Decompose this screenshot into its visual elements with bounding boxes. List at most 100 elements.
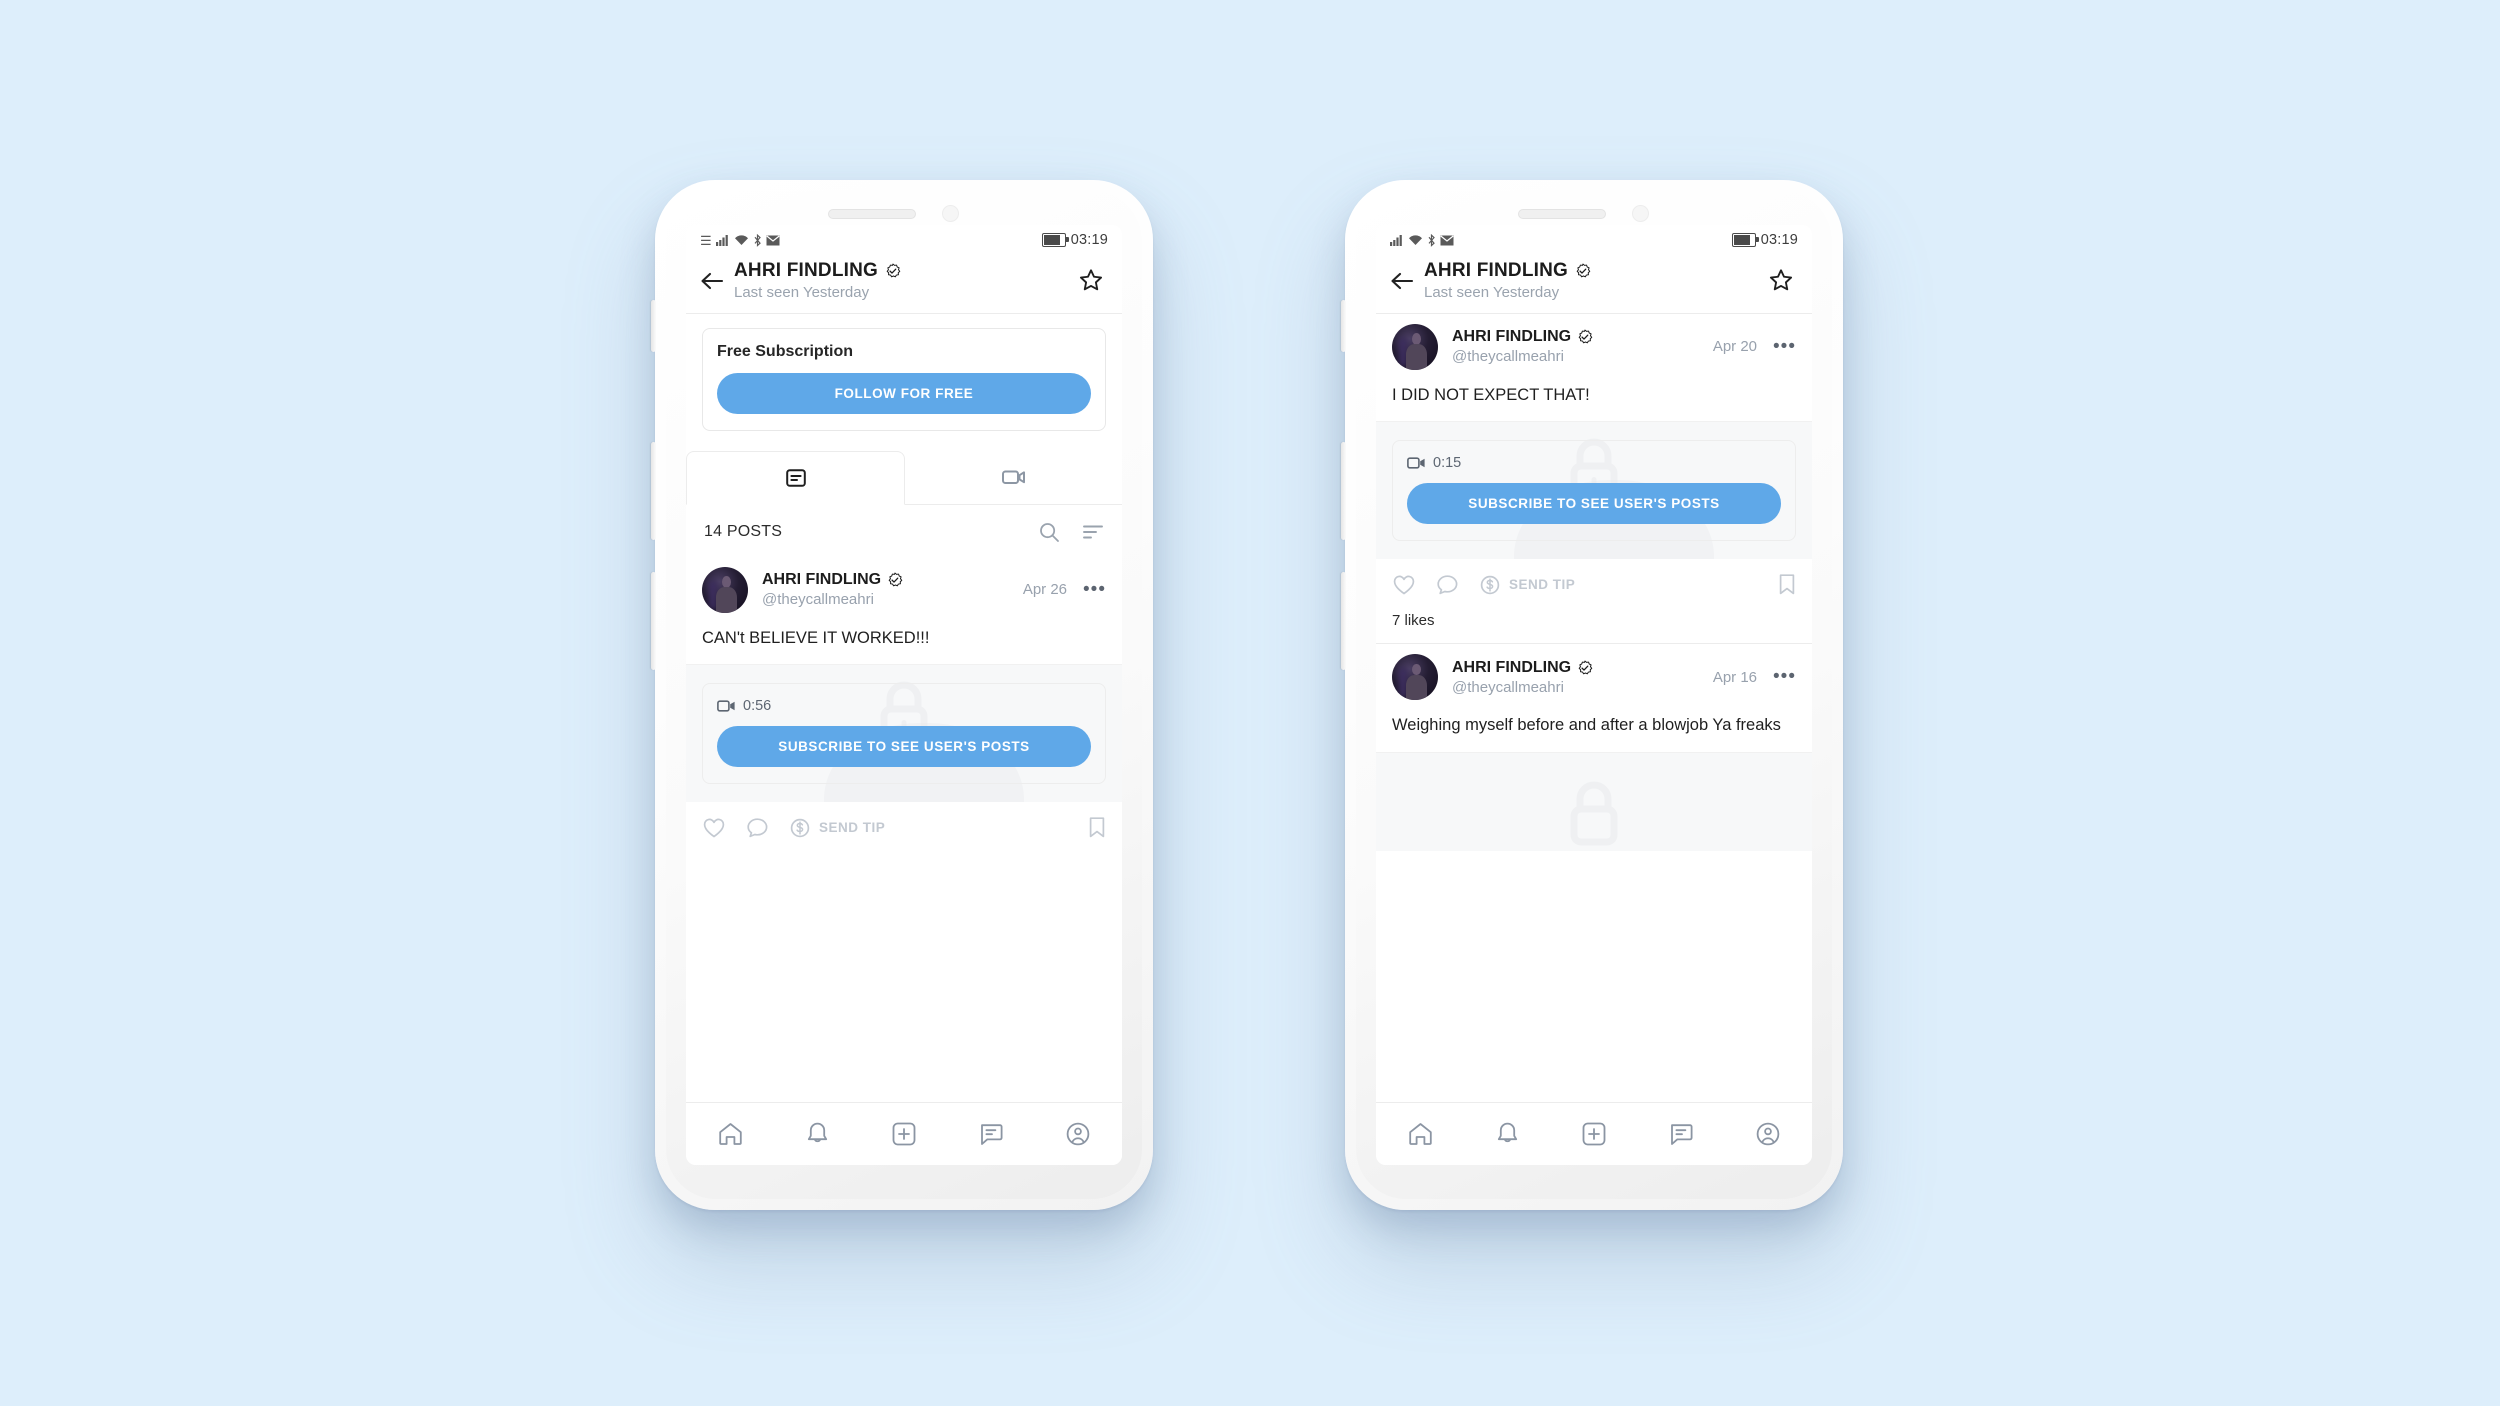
screen-content-right: AHRI FINDLING Last seen Yesterday AHRI F… xyxy=(1376,255,1812,1165)
search-icon xyxy=(1040,522,1059,542)
locked-media xyxy=(1376,751,1812,851)
phone-screen-left: ☰ 03:19 AHRI FINDLING Last seen Yesterda… xyxy=(686,225,1122,1165)
comment-icon xyxy=(747,818,768,838)
like-button[interactable] xyxy=(1392,574,1416,596)
post-item: AHRI FINDLING @theycallmeahri Apr 26 ••• xyxy=(686,556,1122,854)
subscribe-button[interactable]: SUBSCRIBE TO SEE USER'S POSTS xyxy=(1407,483,1781,525)
comment-icon xyxy=(1437,575,1458,595)
tab-posts[interactable] xyxy=(686,450,905,505)
home-icon xyxy=(718,1123,742,1145)
sort-icon xyxy=(1083,525,1103,539)
avatar[interactable] xyxy=(1392,654,1438,701)
bottom-navigation xyxy=(686,1102,1122,1165)
phone-side-button-mute[interactable] xyxy=(1341,300,1346,352)
favorite-button[interactable] xyxy=(1078,268,1106,293)
phone-earpiece-speaker xyxy=(1518,209,1606,219)
post-options-button[interactable]: ••• xyxy=(1773,337,1796,356)
nav-create-button[interactable] xyxy=(1581,1121,1607,1147)
comment-button[interactable] xyxy=(746,817,769,839)
back-button[interactable] xyxy=(700,271,730,291)
comment-button[interactable] xyxy=(1436,574,1459,596)
lock-watermark xyxy=(1563,779,1625,851)
status-bar-right-icons: 03:19 xyxy=(1041,232,1108,248)
bookmark-button[interactable] xyxy=(1778,573,1796,596)
back-button[interactable] xyxy=(1390,271,1420,291)
media-duration: 0:56 xyxy=(717,698,1091,714)
nav-create-button[interactable] xyxy=(891,1121,917,1147)
battery-icon xyxy=(1731,233,1759,247)
subscribe-button[interactable]: SUBSCRIBE TO SEE USER'S POSTS xyxy=(717,726,1091,768)
nav-notifications-button[interactable] xyxy=(1495,1121,1520,1147)
verified-badge-icon xyxy=(1578,660,1593,675)
search-button[interactable] xyxy=(1038,521,1060,543)
post-author-block: AHRI FINDLING @theycallmeahri xyxy=(748,571,1011,608)
post-list-icon xyxy=(785,469,806,487)
post-author-name: AHRI FINDLING xyxy=(1452,659,1701,677)
post-options-button[interactable]: ••• xyxy=(1083,580,1106,599)
post-date: Apr 26 xyxy=(1022,581,1068,599)
profile-nav-header: AHRI FINDLING Last seen Yesterday xyxy=(686,255,1122,314)
locked-media-box: 0:56 SUBSCRIBE TO SEE USER'S POSTS xyxy=(702,683,1106,785)
nav-home-button[interactable] xyxy=(1407,1121,1434,1147)
signal-bars-icon xyxy=(715,235,728,246)
subscription-title: Free Subscription xyxy=(717,342,854,360)
tab-videos[interactable] xyxy=(905,451,1122,503)
posts-toolbar: 14 POSTS xyxy=(686,505,1122,557)
post-header: AHRI FINDLING @theycallmeahri Apr 26 ••• xyxy=(686,557,1122,619)
phone-side-button-volume-down[interactable] xyxy=(651,572,656,670)
nav-messages-button[interactable] xyxy=(1668,1122,1694,1147)
message-icon xyxy=(981,1123,1003,1145)
phone-front-camera xyxy=(1632,205,1649,222)
status-bar: 03:19 xyxy=(1376,225,1812,255)
page-title: AHRI FINDLING xyxy=(734,260,1078,282)
posts-toolbar-actions xyxy=(1038,521,1104,543)
status-bar-right-icons: 03:19 xyxy=(1731,232,1798,248)
send-tip-label: SEND TIP xyxy=(819,820,886,836)
media-duration-text: 0:56 xyxy=(743,698,772,715)
post-action-bar: SEND TIP xyxy=(686,802,1122,854)
post-author-block: AHRI FINDLING @theycallmeahri xyxy=(1438,328,1701,365)
verified-badge-icon xyxy=(1578,329,1593,344)
dollar-circle-icon xyxy=(1480,575,1500,595)
phone-side-button-volume-up[interactable] xyxy=(1341,442,1346,540)
phone-side-button-volume-down[interactable] xyxy=(1341,572,1346,670)
post-text: I DID NOT EXPECT THAT! xyxy=(1392,385,1590,404)
like-button[interactable] xyxy=(702,817,726,839)
avatar[interactable] xyxy=(702,566,748,613)
nav-home-button[interactable] xyxy=(717,1121,744,1147)
phone-side-button-volume-up[interactable] xyxy=(651,442,656,540)
bookmark-button[interactable] xyxy=(1088,816,1106,839)
post-options-button[interactable]: ••• xyxy=(1773,667,1796,686)
follow-for-free-button[interactable]: FOLLOW FOR FREE xyxy=(717,372,1091,414)
nav-profile-button[interactable] xyxy=(1065,1121,1091,1147)
phone-side-button-mute[interactable] xyxy=(651,300,656,352)
favorite-button[interactable] xyxy=(1768,268,1796,293)
send-tip-button[interactable]: SEND TIP xyxy=(1479,574,1575,596)
header-title-text: AHRI FINDLING xyxy=(1424,260,1569,281)
status-bar-time: 03:19 xyxy=(1760,232,1798,248)
video-camera-icon xyxy=(1407,457,1425,469)
heart-icon xyxy=(1393,575,1415,595)
nav-messages-button[interactable] xyxy=(978,1122,1004,1147)
signal-bars-icon xyxy=(1390,235,1402,246)
profile-tabs xyxy=(686,450,1122,505)
post-item: AHRI FINDLING @theycallmeahri Apr 20 ••• xyxy=(1376,313,1812,644)
avatar[interactable] xyxy=(1392,323,1438,370)
lock-icon xyxy=(1570,781,1618,846)
phone-mockup-right: 03:19 AHRI FINDLING Last seen Yesterday … xyxy=(1341,180,1843,1210)
sort-button[interactable] xyxy=(1082,523,1104,541)
bookmark-icon xyxy=(1089,817,1105,838)
status-bar-time: 03:19 xyxy=(1070,232,1108,248)
wifi-icon xyxy=(1409,235,1422,245)
nav-profile-button[interactable] xyxy=(1755,1121,1781,1147)
send-tip-button[interactable]: SEND TIP xyxy=(789,817,885,839)
nav-notifications-button[interactable] xyxy=(805,1121,830,1147)
post-text: CAN't BELIEVE IT WORKED!!! xyxy=(702,628,930,647)
video-camera-icon xyxy=(717,700,735,712)
verified-badge-icon xyxy=(886,264,901,278)
post-author-name: AHRI FINDLING xyxy=(762,571,1011,589)
posts-count-label: 14 POSTS xyxy=(704,522,783,540)
mail-icon xyxy=(1440,235,1454,245)
header-title-text: AHRI FINDLING xyxy=(734,260,879,281)
bluetooth-icon xyxy=(1428,233,1435,247)
